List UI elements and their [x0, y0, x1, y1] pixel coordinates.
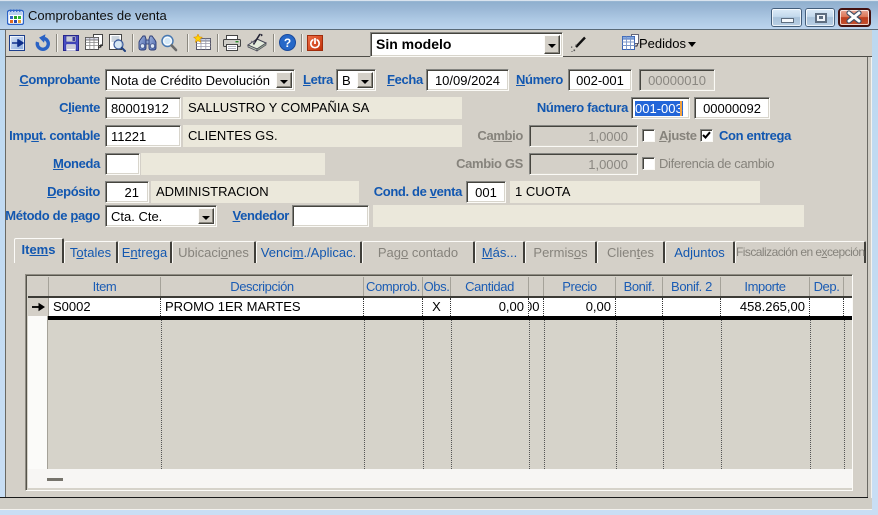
- svg-text:?: ?: [284, 36, 291, 50]
